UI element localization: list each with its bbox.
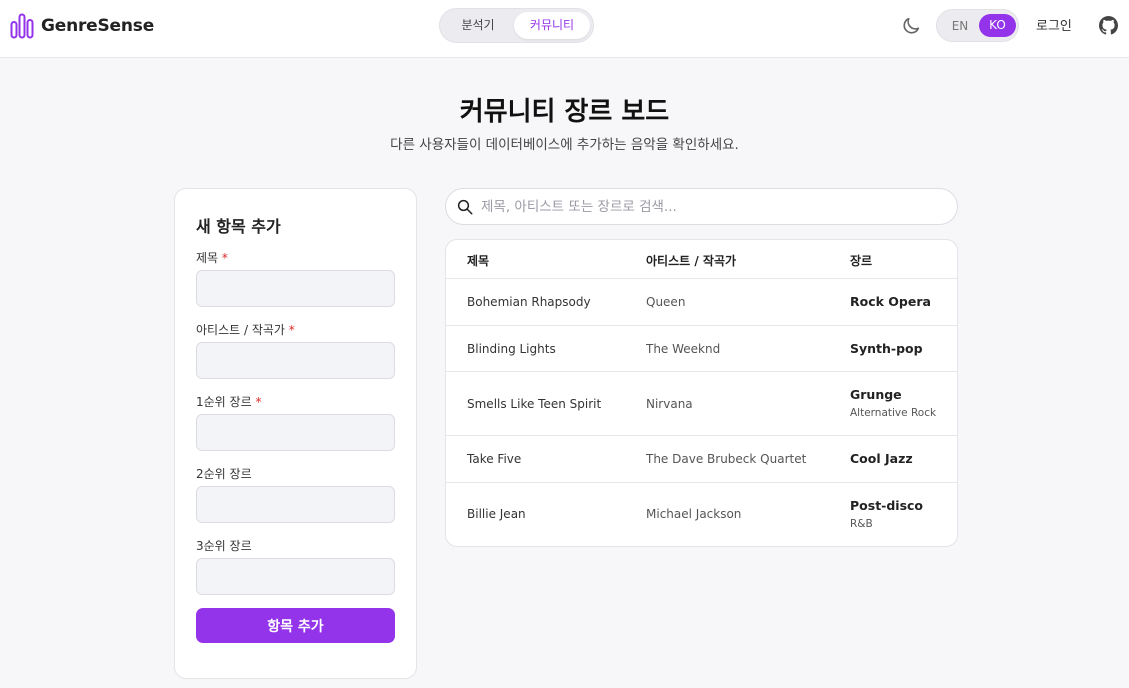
top-header: GenreSense 분석기 커뮤니티 EN KO 로그인 [0, 0, 1129, 58]
form-title: 새 항목 추가 [196, 217, 281, 236]
table-row[interactable]: Blinding Lights The Weeknd Synth-pop [446, 326, 957, 372]
add-entry-form: 새 항목 추가 제목 * 아티스트 / 작곡가 * 1순위 장르 * 2순위 장… [174, 188, 417, 679]
github-icon[interactable] [1099, 16, 1118, 35]
brand-logo[interactable]: GenreSense [10, 13, 154, 39]
page-title: 커뮤니티 장르 보드 [459, 97, 670, 127]
table-row[interactable]: Billie Jean Michael Jackson Post-disco R… [446, 483, 957, 546]
table-row[interactable]: Bohemian Rhapsody Queen Rock Opera [446, 279, 957, 326]
song-artist: The Weeknd [646, 342, 721, 356]
song-title: Smells Like Teen Spirit [467, 397, 602, 411]
table-row[interactable]: Take Five The Dave Brubeck Quartet Cool … [446, 436, 957, 483]
column-header-title[interactable]: 제목 [467, 252, 489, 269]
genre1-label: 1순위 장르 * [196, 395, 262, 409]
primary-genre: Rock Opera [850, 294, 931, 309]
primary-genre: Post-disco [850, 498, 924, 513]
language-toggle: EN KO [936, 9, 1019, 42]
genre2-input[interactable] [196, 486, 395, 523]
primary-genre: Grunge [850, 387, 902, 402]
secondary-genre: R&B [850, 518, 873, 530]
page-subtitle: 다른 사용자들이 데이터베이스에 추가하는 음악을 확인하세요. [390, 137, 739, 153]
genre3-label: 3순위 장르 [196, 539, 252, 553]
song-artist: Michael Jackson [646, 507, 742, 521]
lang-ko-button[interactable]: KO [979, 14, 1016, 37]
logo-icon [10, 13, 34, 39]
column-header-genre[interactable]: 장르 [850, 252, 872, 269]
required-mark: * [288, 323, 295, 337]
song-artist: The Dave Brubeck Quartet [646, 452, 807, 466]
primary-genre: Cool Jazz [850, 451, 913, 466]
tab-community[interactable]: 커뮤니티 [514, 12, 590, 39]
brand-name: GenreSense [41, 16, 155, 36]
dark-mode-moon-icon[interactable] [900, 15, 922, 37]
tab-analyzer[interactable]: 분석기 [445, 12, 511, 39]
song-artist: Nirvana [646, 397, 693, 411]
required-mark: * [255, 395, 262, 409]
genre3-input[interactable] [196, 558, 395, 595]
genre1-input[interactable] [196, 414, 395, 451]
song-title: Take Five [467, 452, 522, 466]
add-entry-button[interactable]: 항목 추가 [196, 608, 395, 643]
lang-en-button[interactable]: EN [942, 15, 978, 37]
song-artist: Queen [646, 295, 686, 309]
required-mark: * [221, 251, 228, 265]
login-button[interactable]: 로그인 [1036, 15, 1072, 34]
title-label: 제목 * [196, 251, 228, 265]
song-title: Bohemian Rhapsody [467, 295, 591, 309]
title-input[interactable] [196, 270, 395, 307]
column-header-artist[interactable]: 아티스트 / 작곡가 [646, 252, 736, 269]
song-title: Blinding Lights [467, 342, 556, 356]
song-title: Billie Jean [467, 507, 526, 521]
primary-genre: Synth-pop [850, 341, 923, 356]
search-input[interactable] [481, 194, 941, 219]
genre-table: 제목 아티스트 / 작곡가 장르 Bohemian Rhapsody Queen… [445, 239, 958, 547]
genre2-label: 2순위 장르 [196, 467, 252, 481]
table-header: 제목 아티스트 / 작곡가 장르 [446, 240, 957, 279]
secondary-genre: Alternative Rock [850, 407, 937, 419]
search-icon [457, 199, 473, 215]
artist-label: 아티스트 / 작곡가 * [196, 323, 295, 337]
search-bar [445, 188, 958, 225]
artist-input[interactable] [196, 342, 395, 379]
main-nav-tabs: 분석기 커뮤니티 [439, 8, 594, 43]
table-row[interactable]: Smells Like Teen Spirit Nirvana Grunge A… [446, 372, 957, 436]
